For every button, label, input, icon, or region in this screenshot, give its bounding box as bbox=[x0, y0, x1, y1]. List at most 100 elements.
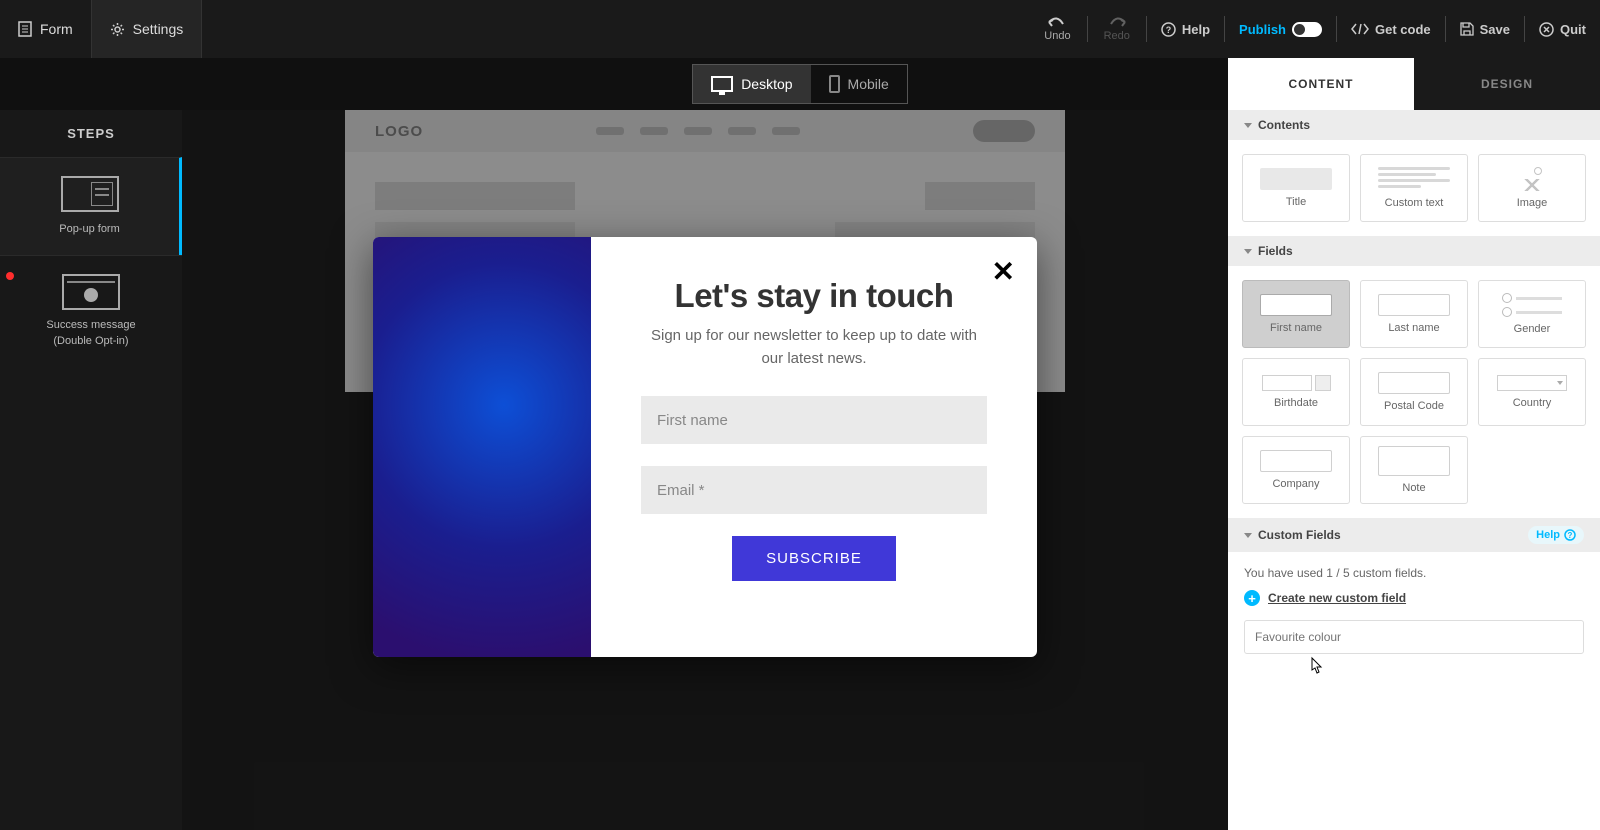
card-custom-text[interactable]: Custom text bbox=[1360, 154, 1468, 222]
field-note[interactable]: Note bbox=[1360, 436, 1468, 504]
step-success-message[interactable]: Success message (Double Opt-in) bbox=[0, 255, 182, 367]
section-contents-label: Contents bbox=[1258, 118, 1310, 132]
save-icon bbox=[1460, 22, 1474, 36]
step-popup-form[interactable]: Pop-up form bbox=[0, 157, 182, 255]
top-right-actions: Undo Redo ? Help Publish Get code Save bbox=[1028, 0, 1600, 58]
code-icon bbox=[1351, 23, 1369, 35]
desktop-label: Desktop bbox=[741, 76, 792, 92]
caret-down-icon bbox=[1244, 123, 1252, 128]
card-title[interactable]: Title bbox=[1242, 154, 1350, 222]
popup-close-button[interactable]: ✕ bbox=[992, 255, 1015, 288]
textarea-preview-icon bbox=[1378, 446, 1450, 476]
card-image[interactable]: Image bbox=[1478, 154, 1586, 222]
right-panel: CONTENT DESIGN Contents Title Custom tex… bbox=[1228, 58, 1600, 830]
step-success-label-2: (Double Opt-in) bbox=[10, 334, 172, 349]
help-circle-icon: ? bbox=[1564, 529, 1576, 541]
getcode-label: Get code bbox=[1375, 22, 1431, 37]
popup-image-panel[interactable] bbox=[373, 237, 591, 657]
save-button[interactable]: Save bbox=[1446, 0, 1524, 58]
custom-fields-usage: You have used 1 / 5 custom fields. bbox=[1228, 552, 1600, 590]
popup-firstname-input[interactable]: First name bbox=[641, 396, 987, 444]
create-custom-field-link[interactable]: Create new custom field bbox=[1268, 591, 1406, 605]
popup-email-input[interactable]: Email * bbox=[641, 466, 987, 514]
contents-cards: Title Custom text Image bbox=[1228, 140, 1600, 236]
field-company[interactable]: Company bbox=[1242, 436, 1350, 504]
gear-icon bbox=[110, 22, 125, 37]
toggle-switch[interactable] bbox=[1292, 22, 1322, 37]
popup-form-icon bbox=[61, 176, 119, 212]
input-preview-icon bbox=[1260, 294, 1332, 316]
tab-settings[interactable]: Settings bbox=[91, 0, 203, 58]
device-desktop[interactable]: Desktop bbox=[693, 65, 810, 103]
publish-toggle[interactable]: Publish bbox=[1225, 0, 1336, 58]
field-country-label: Country bbox=[1513, 397, 1552, 409]
section-help-badge[interactable]: Help ? bbox=[1528, 526, 1584, 544]
section-contents-header[interactable]: Contents bbox=[1228, 110, 1600, 140]
caret-down-icon bbox=[1244, 249, 1252, 254]
help-button[interactable]: ? Help bbox=[1147, 0, 1224, 58]
field-lastname-label: Last name bbox=[1388, 322, 1439, 334]
tab-form-label: Form bbox=[40, 21, 73, 37]
section-custom-fields-header[interactable]: Custom Fields Help ? bbox=[1228, 518, 1600, 552]
caret-down-icon bbox=[1244, 533, 1252, 538]
getcode-button[interactable]: Get code bbox=[1337, 0, 1445, 58]
tab-settings-label: Settings bbox=[133, 21, 184, 37]
steps-header: STEPS bbox=[0, 110, 182, 157]
input-preview-icon bbox=[1260, 450, 1332, 472]
section-fields-header[interactable]: Fields bbox=[1228, 236, 1600, 266]
mobile-label: Mobile bbox=[848, 76, 889, 92]
top-left-tabs: Form Settings bbox=[0, 0, 202, 58]
field-company-label: Company bbox=[1272, 478, 1319, 490]
success-message-icon bbox=[62, 274, 120, 310]
help-icon: ? bbox=[1161, 22, 1176, 37]
field-postal-label: Postal Code bbox=[1384, 400, 1444, 412]
popup-preview[interactable]: ✕ Let's stay in touch Sign up for our ne… bbox=[373, 237, 1037, 657]
popup-subscribe-button[interactable]: SUBSCRIBE bbox=[732, 536, 896, 581]
card-title-label: Title bbox=[1286, 196, 1306, 208]
tab-content[interactable]: CONTENT bbox=[1228, 58, 1414, 110]
field-gender-label: Gender bbox=[1514, 323, 1551, 335]
help-label: Help bbox=[1182, 22, 1210, 37]
section-custom-label: Custom Fields bbox=[1258, 528, 1341, 542]
form-icon bbox=[18, 21, 32, 37]
field-gender[interactable]: Gender bbox=[1478, 280, 1586, 348]
device-mobile[interactable]: Mobile bbox=[811, 65, 907, 103]
undo-label: Undo bbox=[1044, 30, 1070, 42]
device-toggle: Desktop Mobile bbox=[692, 64, 908, 104]
date-preview-icon bbox=[1262, 375, 1331, 391]
publish-label: Publish bbox=[1239, 22, 1286, 37]
field-birthdate[interactable]: Birthdate bbox=[1242, 358, 1350, 426]
field-firstname-label: First name bbox=[1270, 322, 1322, 334]
redo-button[interactable]: Redo bbox=[1088, 16, 1146, 42]
fields-cards: First name Last name Gender Birthdate Po… bbox=[1228, 266, 1600, 518]
redo-label: Redo bbox=[1104, 30, 1130, 42]
field-last-name[interactable]: Last name bbox=[1360, 280, 1468, 348]
quit-button[interactable]: Quit bbox=[1525, 0, 1600, 58]
steps-sidebar: STEPS Pop-up form Success message (Doubl… bbox=[0, 110, 182, 830]
quit-label: Quit bbox=[1560, 22, 1586, 37]
create-custom-field-row: + Create new custom field bbox=[1228, 590, 1600, 620]
field-country[interactable]: Country bbox=[1478, 358, 1586, 426]
step-success-label-1: Success message bbox=[10, 318, 172, 333]
tab-form[interactable]: Form bbox=[0, 0, 91, 58]
field-birthdate-label: Birthdate bbox=[1274, 397, 1318, 409]
popup-subtitle[interactable]: Sign up for our newsletter to keep up to… bbox=[641, 325, 987, 370]
top-bar: Form Settings Undo Redo ? Help Publish bbox=[0, 0, 1600, 58]
undo-icon bbox=[1047, 16, 1067, 28]
text-lines-icon bbox=[1378, 167, 1450, 191]
plus-icon[interactable]: + bbox=[1244, 590, 1260, 606]
input-preview-icon bbox=[1378, 372, 1450, 394]
title-preview-icon bbox=[1260, 168, 1332, 190]
field-first-name[interactable]: First name bbox=[1242, 280, 1350, 348]
field-postal-code[interactable]: Postal Code bbox=[1360, 358, 1468, 426]
input-preview-icon bbox=[1378, 294, 1450, 316]
right-panel-body: Contents Title Custom text Image Fields bbox=[1228, 110, 1600, 830]
right-panel-tabs: CONTENT DESIGN bbox=[1228, 58, 1600, 110]
custom-field-name-input[interactable] bbox=[1244, 620, 1584, 654]
tab-design[interactable]: DESIGN bbox=[1414, 58, 1600, 110]
mobile-icon bbox=[829, 75, 840, 93]
popup-title[interactable]: Let's stay in touch bbox=[641, 277, 987, 315]
undo-button[interactable]: Undo bbox=[1028, 16, 1086, 42]
close-circle-icon bbox=[1539, 22, 1554, 37]
field-note-label: Note bbox=[1402, 482, 1425, 494]
